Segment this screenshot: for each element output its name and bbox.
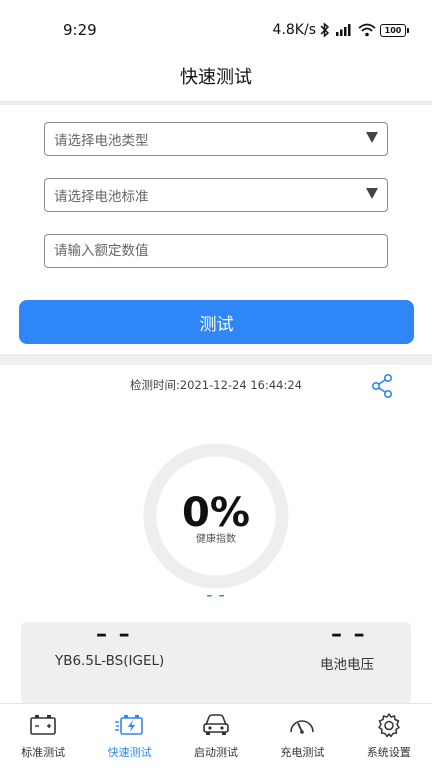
- rated-value-field[interactable]: [44, 234, 388, 268]
- car-icon: [203, 714, 229, 735]
- title-bar: 快速测试: [0, 52, 432, 100]
- tab-label: 快速测试: [107, 746, 152, 759]
- tab-label: 系统设置: [366, 746, 411, 759]
- tab-charge-test[interactable]: 充电测试: [259, 704, 345, 768]
- detect-time: 检测时间:2021-12-24 16:44:24: [129, 378, 302, 392]
- health-label: 健康指数: [196, 534, 236, 545]
- dropdown-arrow-icon: [366, 188, 378, 199]
- tab-label: 启动测试: [193, 746, 238, 759]
- info-right-value: – –: [331, 622, 367, 647]
- info-left-value: – –: [96, 622, 132, 647]
- tab-system-settings[interactable]: 系统设置: [346, 704, 432, 768]
- info-right-label: 电池电压: [320, 657, 374, 673]
- rated-value-input[interactable]: [54, 243, 374, 259]
- section-divider: [0, 354, 432, 365]
- gear-icon: [378, 713, 400, 738]
- gauge-icon: [290, 720, 315, 734]
- tab-standard-test[interactable]: 标准测试: [0, 704, 86, 768]
- health-status: – –: [206, 588, 226, 602]
- dropdown-arrow-icon: [366, 132, 378, 143]
- title-divider: [0, 101, 432, 105]
- battery-type-placeholder: 请选择电池类型: [54, 133, 149, 149]
- page-title: 快速测试: [180, 67, 252, 88]
- info-left-label: YB6.5L-BS(IGEL): [55, 653, 165, 669]
- net-speed: 4.8K/s: [272, 22, 316, 38]
- tab-quick-test[interactable]: 快速测试: [86, 704, 172, 768]
- tab-start-test[interactable]: 启动测试: [173, 704, 259, 768]
- battery-status: 100: [380, 23, 409, 37]
- share-icon[interactable]: [370, 373, 394, 399]
- battery-standard-placeholder: 请选择电池标准: [54, 189, 149, 205]
- status-bar: 9:29 4.8K/s 100: [0, 0, 432, 52]
- tab-label: 标准测试: [21, 746, 66, 759]
- battery-type-select[interactable]: 请选择电池类型: [44, 122, 388, 156]
- bottom-tab-bar: 标准测试 快速测试 启动测试 充电测试 系统设置: [0, 703, 432, 768]
- signal-icon: [334, 23, 354, 37]
- battery-standard-select[interactable]: 请选择电池标准: [44, 178, 388, 212]
- tab-label: 充电测试: [280, 746, 325, 759]
- wifi-icon: [358, 23, 376, 37]
- status-time: 9:29: [63, 21, 97, 39]
- test-button[interactable]: 测试: [19, 300, 414, 344]
- bluetooth-icon: [320, 22, 330, 38]
- status-indicators: 4.8K/s 100: [272, 20, 409, 40]
- info-card: – – YB6.5L-BS(IGEL) – – 电池电压: [21, 622, 411, 704]
- fast-charge-battery-icon: [114, 715, 143, 735]
- battery-icon: [30, 715, 56, 735]
